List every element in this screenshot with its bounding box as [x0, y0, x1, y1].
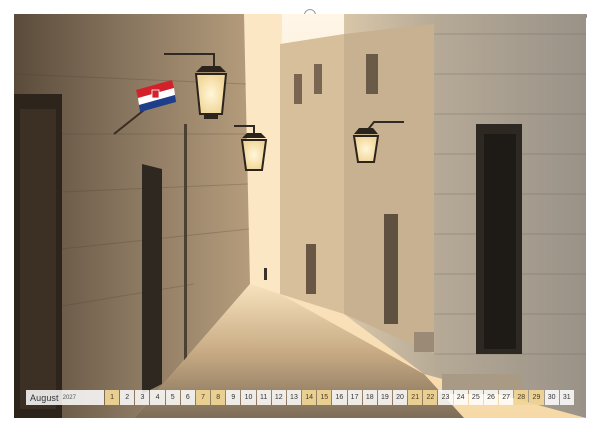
day-cell: 19 — [377, 390, 392, 405]
day-cell: 1 — [105, 390, 120, 405]
day-cell: 28 — [514, 390, 529, 405]
day-cell: 8 — [211, 390, 226, 405]
day-cell: 22 — [423, 390, 438, 405]
day-cell: 13 — [286, 390, 302, 405]
lantern-icon — [194, 66, 228, 119]
month-label: August 2027 — [26, 390, 104, 405]
day-cell: 9 — [226, 390, 241, 405]
day-cell: 15 — [317, 390, 332, 405]
day-cell: 18 — [362, 390, 377, 405]
calendar-date-strip: August 2027 1 2 3 4 5 6 7 8 9 10 11 12 13 14 15 16 17 18 1… — [26, 390, 574, 405]
day-cell: 11 — [256, 390, 271, 405]
day-cell: 26 — [483, 390, 499, 405]
day-cells: 1 2 3 4 5 6 7 8 9 10 11 12 13 14 15 16 17 18 19 20 21 22 23 24 2… — [105, 390, 574, 405]
day-cell: 16 — [332, 390, 347, 405]
day-cell: 21 — [408, 390, 423, 405]
month-name: August — [30, 392, 59, 403]
day-cell: 3 — [135, 390, 150, 405]
day-cell: 7 — [195, 390, 211, 405]
day-cell: 17 — [347, 390, 362, 405]
day-cell: 29 — [529, 390, 544, 405]
calendar-page: August 2027 1 2 3 4 5 6 7 8 9 10 11 12 13 14 15 16 17 18 1… — [0, 0, 600, 432]
day-cell: 27 — [499, 390, 514, 405]
day-cell: 31 — [559, 390, 574, 405]
day-cell: 4 — [150, 390, 165, 405]
day-cell: 6 — [180, 390, 195, 405]
day-cell: 24 — [453, 390, 468, 405]
day-cell: 30 — [544, 390, 559, 405]
alley-photo — [14, 14, 586, 418]
alley-photo-illustration — [14, 14, 586, 418]
day-cell: 25 — [468, 390, 483, 405]
lantern-icon — [352, 128, 380, 163]
day-cell: 23 — [438, 390, 453, 405]
day-cell: 5 — [165, 390, 180, 405]
day-cell: 14 — [302, 390, 317, 405]
day-cell: 10 — [241, 390, 256, 405]
day-cell: 12 — [271, 390, 286, 405]
month-year: 2027 — [62, 394, 76, 401]
day-cell: 20 — [392, 390, 408, 405]
day-cell: 2 — [120, 390, 135, 405]
